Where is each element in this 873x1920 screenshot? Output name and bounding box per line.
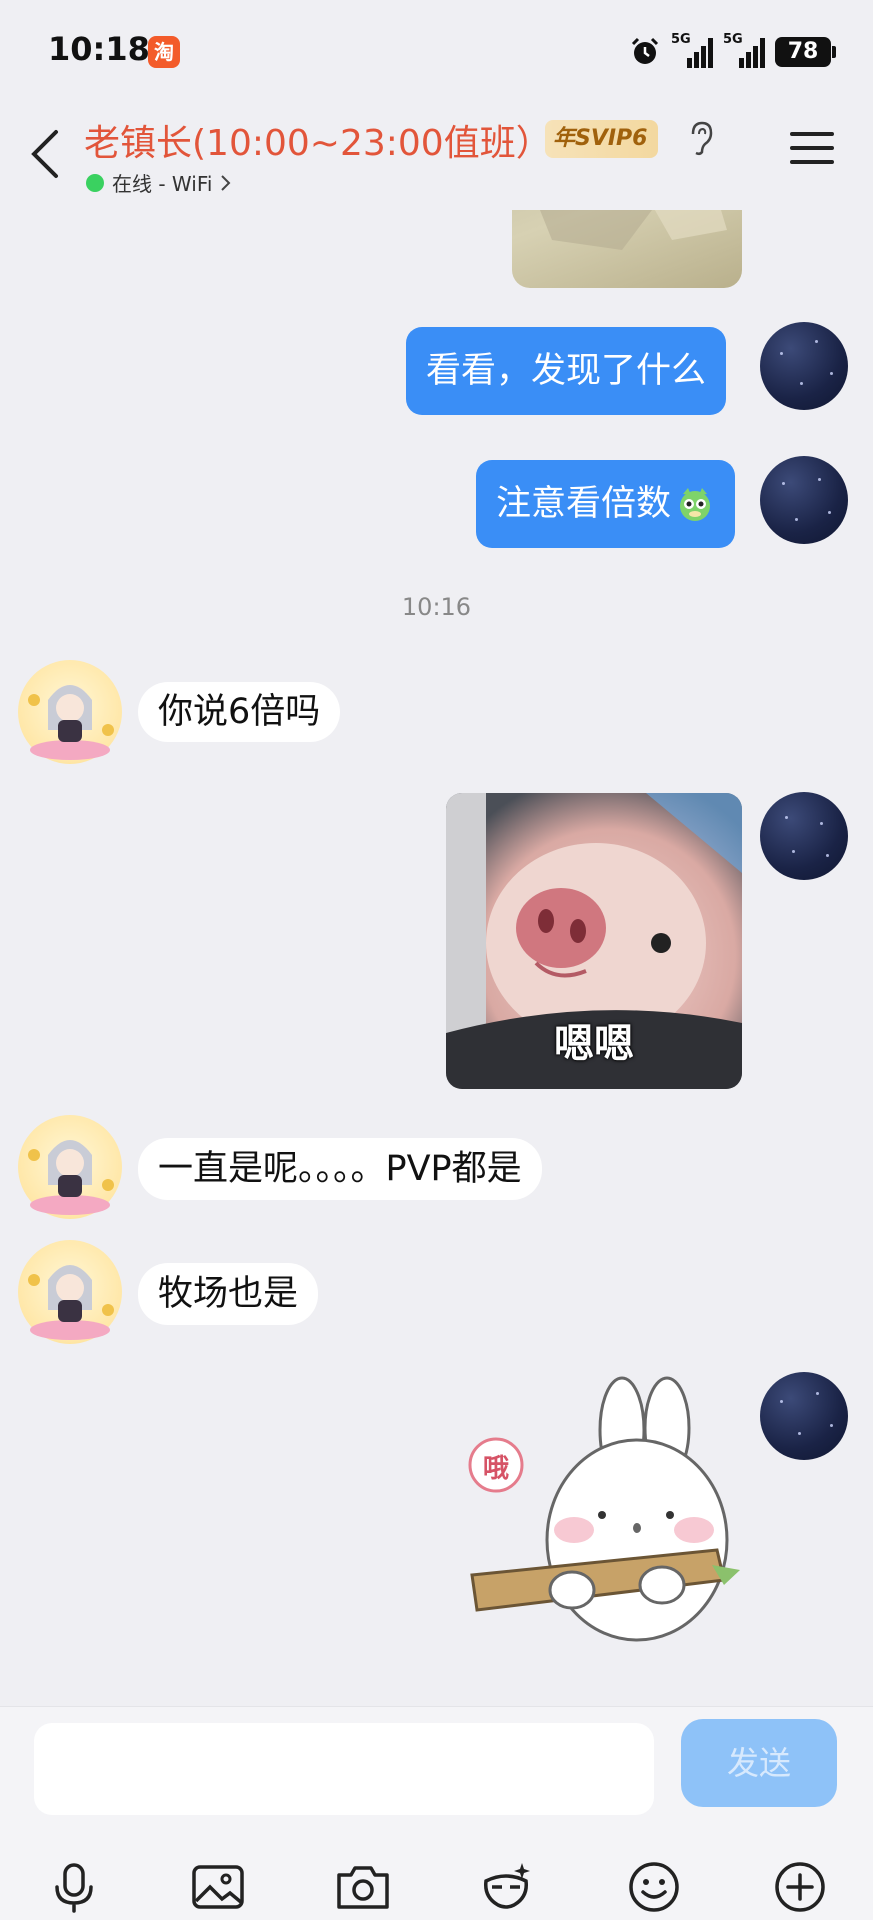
chevron-left-icon[interactable]: [28, 126, 62, 182]
message-timestamp: 10:16: [401, 593, 472, 621]
online-status-text: 在线 - WiFi: [112, 172, 213, 196]
chevron-right-icon: [221, 174, 231, 191]
camera-icon[interactable]: [333, 1857, 393, 1917]
message-bubble-received[interactable]: 你说6倍吗: [138, 682, 341, 742]
message-input[interactable]: [34, 1723, 654, 1815]
pig-sticker-image[interactable]: 嗯嗯: [446, 793, 742, 1089]
message-bubble-received[interactable]: 一直是呢。。。。PVP都是: [138, 1138, 542, 1200]
message-text: 一直是呢。。。。PVP都是: [158, 1148, 522, 1189]
contact-avatar[interactable]: [18, 1240, 122, 1344]
rabbit-sticker-image[interactable]: 哦: [462, 1370, 742, 1670]
my-avatar[interactable]: [760, 322, 848, 410]
send-button[interactable]: 发送: [681, 1719, 837, 1807]
svip-badge[interactable]: 年SVIP6: [545, 120, 658, 158]
contact-avatar[interactable]: [18, 1115, 122, 1219]
alarm-icon: [631, 37, 659, 64]
message-text: 你说6倍吗: [158, 691, 321, 732]
message-bubble-sent[interactable]: 注意看倍数: [476, 460, 736, 548]
ear-icon[interactable]: [685, 120, 715, 156]
message-bubble-sent[interactable]: 看看，发现了什么: [406, 327, 727, 415]
input-area: 发送: [0, 1706, 873, 1920]
status-icons: 5G 5G 78: [629, 32, 836, 72]
online-status[interactable]: 在线 - WiFi: [86, 168, 232, 197]
my-avatar[interactable]: [760, 1372, 848, 1460]
sticker-caption: 嗯嗯: [554, 1021, 634, 1067]
plus-icon[interactable]: [770, 1857, 830, 1917]
image-icon[interactable]: [188, 1857, 248, 1917]
sticker-caption: 哦: [482, 1454, 509, 1484]
chat-area: 看看，发现了什么 注意看倍数 10:16 你说6倍吗 嗯嗯 一直是呢。。。。PV…: [0, 0, 873, 1700]
signal-5g-icon: 5G: [671, 32, 713, 68]
menu-icon[interactable]: [790, 130, 834, 166]
my-avatar[interactable]: [760, 792, 848, 880]
battery-indicator: 78: [775, 37, 836, 67]
taobao-app-icon: 淘: [148, 36, 180, 68]
chat-title[interactable]: 老镇长(10:00~23:00值班）: [84, 114, 552, 166]
chat-header: 老镇长(10:00~23:00值班） 年SVIP6 在线 - WiFi: [0, 100, 873, 210]
message-text: 牧场也是: [158, 1273, 299, 1314]
dragon-emoji-icon: [680, 488, 711, 521]
signal-5g-icon: 5G: [723, 32, 765, 68]
message-text: 看看，发现了什么: [426, 350, 707, 391]
message-bubble-received[interactable]: 牧场也是: [138, 1263, 319, 1325]
mic-icon[interactable]: [44, 1857, 104, 1917]
status-time: 10:18: [48, 30, 150, 68]
photo-editor-icon[interactable]: [476, 1857, 536, 1917]
my-avatar[interactable]: [760, 456, 848, 544]
emoji-icon[interactable]: [624, 1857, 684, 1917]
contact-avatar[interactable]: [18, 660, 122, 764]
message-text: 注意看倍数: [496, 483, 672, 524]
status-bar: 10:18 淘 5G 5G 78: [0, 0, 873, 100]
online-dot-icon: [86, 173, 104, 192]
